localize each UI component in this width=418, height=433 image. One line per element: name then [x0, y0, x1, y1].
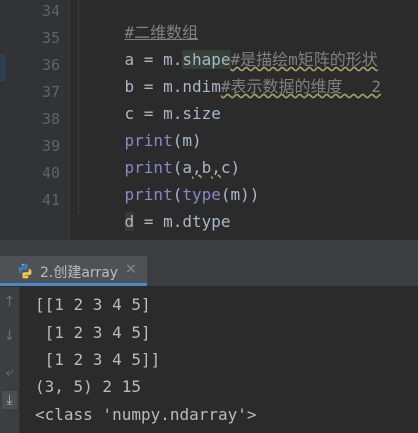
console-output-line: <class 'numpy.ndarray'>: [35, 405, 257, 424]
up-arrow-icon[interactable]: ↑: [2, 293, 17, 311]
python-icon: [18, 263, 32, 279]
code-line-36[interactable]: b = m.ndim#表示数据的维度 2: [86, 54, 382, 96]
console-output-line: (3, 5) 2 15: [35, 377, 141, 396]
active-tab-indicator: [0, 283, 147, 286]
scroll-to-end-icon[interactable]: ⤓: [2, 391, 17, 409]
line-number: 36: [41, 56, 60, 74]
line-number: 37: [41, 83, 60, 101]
comment: #表示数据的维度 2: [220, 77, 382, 96]
down-arrow-icon[interactable]: ↓: [2, 327, 17, 345]
line-number: 39: [41, 137, 60, 155]
code-line-40[interactable]: print(type(m)): [86, 162, 260, 204]
close-icon[interactable]: ×: [125, 261, 137, 277]
console-output-line: [[1 2 3 4 5]: [35, 295, 151, 314]
code-line-38[interactable]: print(m): [86, 108, 202, 150]
code-line-34[interactable]: #二维数组: [86, 0, 199, 42]
line-number: 38: [41, 110, 60, 128]
code-line-35[interactable]: a = m.shape#是描绘m矩阵的形状: [86, 27, 378, 69]
line-number-gutter: 34 35 36 37 38 39 40 41: [0, 0, 69, 240]
code-line-41[interactable]: d = m.dtype: [86, 189, 231, 231]
console-output-line: [1 2 3 4 5]: [35, 323, 151, 342]
run-tab-label: 2.创建array: [40, 265, 119, 281]
indent-guide: [78, 0, 79, 215]
code-line-39[interactable]: print(a,b,c): [86, 135, 241, 177]
code-text: = m.dtype: [134, 212, 231, 231]
console-output-line: [1 2 3 4 5]]: [35, 350, 161, 369]
code-editor[interactable]: 34 35 36 37 38 39 40 41 #二维数组 a = m.shap…: [0, 0, 418, 240]
gutter-divider: [69, 0, 70, 240]
run-tab-bar: 2.创建array ×: [0, 256, 418, 287]
caret-highlight: d: [124, 212, 135, 231]
run-tab[interactable]: 2.创建array ×: [0, 256, 147, 286]
line-number: 34: [41, 2, 60, 20]
line-number: 40: [41, 164, 60, 182]
soft-wrap-icon[interactable]: ⤶: [2, 363, 17, 381]
change-marker: [0, 54, 6, 81]
line-number: 41: [41, 191, 60, 209]
panel-splitter[interactable]: [0, 240, 418, 256]
line-number: 35: [41, 29, 60, 47]
code-line-37[interactable]: c = m.size: [86, 81, 221, 123]
run-console[interactable]: [[1 2 3 4 5] [1 2 3 4 5] [1 2 3 4 5]] (3…: [20, 287, 418, 433]
run-toolbar: ↑ ↓ ⤶ ⤓: [0, 287, 20, 433]
